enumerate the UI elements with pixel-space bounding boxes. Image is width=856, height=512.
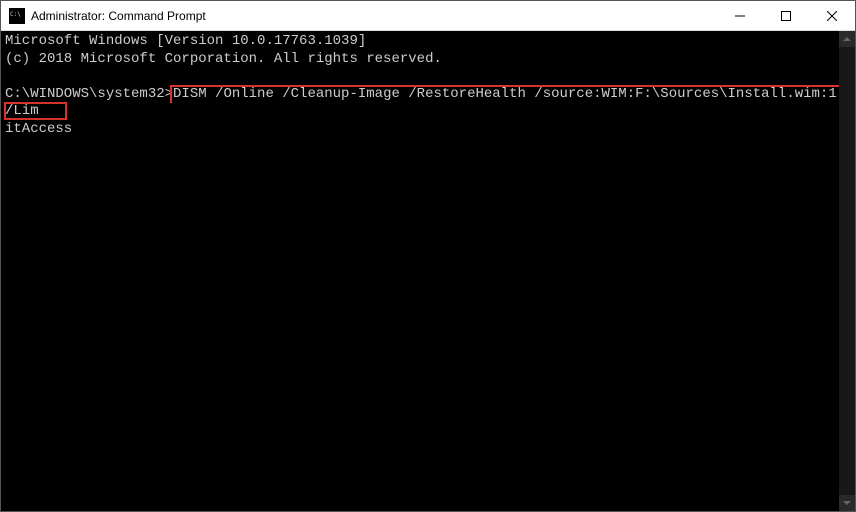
window-controls <box>717 1 855 30</box>
maximize-button[interactable] <box>763 1 809 30</box>
terminal-area[interactable]: Microsoft Windows [Version 10.0.17763.10… <box>1 31 855 511</box>
scrollbar-down-button[interactable] <box>839 495 855 511</box>
vertical-scrollbar[interactable] <box>839 31 855 511</box>
prompt-text: C:\WINDOWS\system32> <box>5 86 173 102</box>
window-title: Administrator: Command Prompt <box>31 9 717 23</box>
scrollbar-up-button[interactable] <box>839 31 855 47</box>
command-text-part2: itAccess <box>5 121 72 137</box>
minimize-icon <box>735 11 745 21</box>
maximize-icon <box>781 11 791 21</box>
chevron-down-icon <box>843 501 851 505</box>
command-prompt-window: Administrator: Command Prompt Microsoft … <box>0 0 856 512</box>
copyright-line: (c) 2018 Microsoft Corporation. All righ… <box>5 51 851 69</box>
chevron-up-icon <box>843 37 851 41</box>
blank-line <box>5 68 851 86</box>
command-block: C:\WINDOWS\system32>DISM /Online /Cleanu… <box>5 86 851 139</box>
cmd-icon <box>9 8 25 24</box>
close-icon <box>827 11 837 21</box>
titlebar[interactable]: Administrator: Command Prompt <box>1 1 855 31</box>
minimize-button[interactable] <box>717 1 763 30</box>
close-button[interactable] <box>809 1 855 30</box>
version-line: Microsoft Windows [Version 10.0.17763.10… <box>5 33 851 51</box>
